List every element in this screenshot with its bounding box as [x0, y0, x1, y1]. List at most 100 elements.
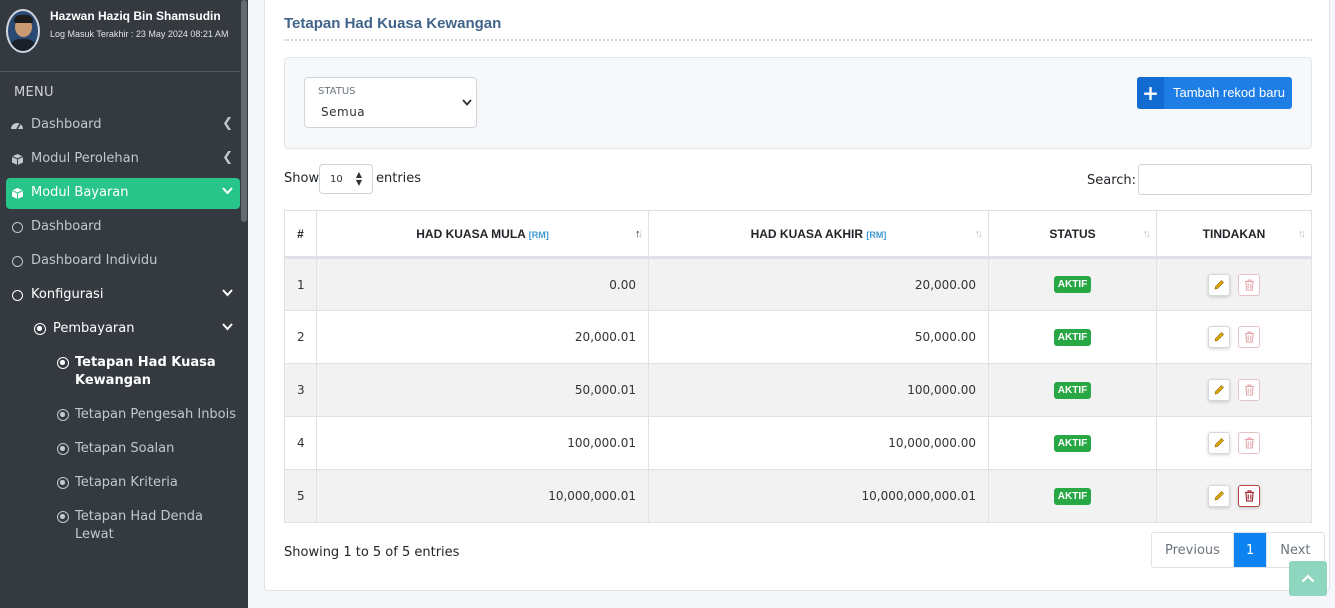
plus-icon: +	[1137, 77, 1164, 109]
gauge-icon	[10, 118, 24, 132]
column-unit: [RM]	[528, 229, 549, 240]
entries-length-select[interactable]: 10 ▲ ▼	[319, 164, 373, 194]
had-kuasa-akhir-cell: 20,000.00	[648, 257, 989, 311]
sidebar-item-label: Tetapan Had Kuasa Kewangan	[75, 355, 216, 388]
box-icon	[10, 152, 24, 166]
sidebar-item-tetapan-had-kuasa[interactable]: Tetapan Had Kuasa Kewangan	[6, 348, 240, 392]
column-unit: [RM]	[866, 229, 887, 240]
had-kuasa-akhir-cell: 10,000,000,000.01	[648, 469, 989, 523]
sidebar-item-tetapan-had-denda[interactable]: Tetapan Had Denda Lewat	[6, 502, 240, 546]
table-info: Showing 1 to 5 of 5 entries	[284, 545, 460, 560]
delete-button[interactable]	[1238, 379, 1260, 401]
sidebar-item-modul-bayaran[interactable]: Modul Bayaran	[6, 178, 240, 209]
edit-button[interactable]	[1208, 326, 1230, 348]
status-filter-select[interactable]: STATUS Semua	[304, 77, 477, 128]
column-header-no[interactable]: #	[284, 210, 317, 259]
delete-button[interactable]	[1238, 485, 1260, 507]
sidebar-item-tetapan-pengesah-inbois[interactable]: Tetapan Pengesah Inbois	[6, 400, 240, 431]
sidebar-item-label: Tetapan Pengesah Inbois	[75, 407, 237, 422]
trash-icon	[1244, 331, 1254, 343]
pencil-icon	[1214, 279, 1224, 289]
row-number: 5	[284, 469, 317, 523]
status-badge: AKTIF	[1053, 487, 1092, 505]
edit-button[interactable]	[1208, 485, 1230, 507]
status-cell: AKTIF	[988, 416, 1157, 470]
previous-page-button[interactable]: Previous	[1152, 533, 1233, 567]
edit-button[interactable]	[1208, 379, 1230, 401]
page-1-button[interactable]: 1	[1232, 533, 1267, 567]
sidebar-item-label: Pembayaran	[53, 321, 135, 336]
sort-asc-icon: ↑↓	[635, 228, 643, 240]
sidebar-scrollbar[interactable]	[241, 0, 247, 222]
back-to-top-button[interactable]	[1289, 561, 1327, 596]
delete-button[interactable]	[1238, 326, 1260, 348]
sidebar-item-tetapan-soalan[interactable]: Tetapan Soalan	[6, 434, 240, 465]
row-number: 4	[284, 416, 317, 470]
status-cell: AKTIF	[988, 469, 1157, 523]
pencil-icon	[1214, 332, 1224, 342]
avatar[interactable]	[6, 9, 40, 53]
column-header-had-kuasa-mula[interactable]: HAD KUASA MULA [RM] ↑↓	[316, 210, 649, 259]
sidebar-item-label: Dashboard	[31, 219, 102, 234]
delete-button[interactable]	[1238, 273, 1260, 296]
chevron-up-icon	[1301, 574, 1315, 583]
row-number: 3	[284, 363, 317, 417]
trash-icon	[1244, 279, 1254, 290]
edit-button[interactable]	[1208, 432, 1230, 454]
chevron-down-icon	[222, 184, 233, 199]
menu-header: MENU	[14, 85, 54, 100]
entries-length-value: 10	[330, 174, 343, 185]
sidebar-item-konfigurasi[interactable]: Konfigurasi	[6, 280, 240, 311]
sidebar-item-tetapan-kriteria[interactable]: Tetapan Kriteria	[6, 468, 240, 499]
chevron-left-icon: ❮	[222, 150, 233, 165]
sidebar-item-modul-perolehan[interactable]: Modul Perolehan ❮	[6, 144, 240, 175]
column-header-status[interactable]: STATUS ↑↓	[988, 210, 1157, 259]
sidebar-item-dashboard-bayaran[interactable]: Dashboard	[6, 212, 240, 243]
edit-button[interactable]	[1208, 273, 1230, 296]
delete-button[interactable]	[1238, 432, 1260, 454]
circle-icon	[10, 220, 24, 234]
pencil-icon	[1214, 385, 1224, 395]
table-row: 5 10,000,000.01 10,000,000,000.01 AKTIF	[284, 469, 1312, 523]
had-kuasa-mula-cell: 50,000.01	[316, 363, 649, 417]
entries-label: entries	[376, 171, 422, 186]
user-name: Hazwan Haziq Bin Shamsudin	[50, 9, 221, 23]
had-kuasa-mula-cell: 0.00	[316, 257, 649, 311]
sidebar-item-pembayaran[interactable]: Pembayaran	[6, 314, 240, 345]
row-number: 2	[284, 310, 317, 364]
chevron-down-icon	[222, 320, 233, 335]
sidebar-item-dashboard-individu[interactable]: Dashboard Individu	[6, 246, 240, 277]
dot-circle-icon	[56, 442, 70, 456]
sidebar-item-label: Tetapan Had Denda Lewat	[75, 509, 203, 542]
column-label: #	[297, 226, 304, 241]
circle-icon	[10, 254, 24, 268]
status-badge: AKTIF	[1053, 434, 1092, 452]
sidebar: Hazwan Haziq Bin Shamsudin Log Masuk Ter…	[0, 0, 248, 608]
trash-icon	[1244, 437, 1254, 449]
chevron-left-icon: ❮	[222, 116, 233, 131]
column-header-had-kuasa-akhir[interactable]: HAD KUASA AKHIR [RM] ↑↓	[648, 210, 989, 259]
actions-cell	[1156, 310, 1312, 364]
sidebar-item-label: Modul Bayaran	[31, 185, 129, 200]
column-label: STATUS	[1049, 226, 1096, 241]
dot-circle-icon	[56, 356, 70, 370]
column-header-tindakan[interactable]: TINDAKAN ↑↓	[1156, 210, 1312, 259]
table-row: 3 50,000.01 100,000.00 AKTIF	[284, 363, 1312, 417]
sidebar-item-label: Konfigurasi	[31, 287, 104, 302]
sidebar-item-label: Dashboard	[31, 117, 102, 132]
actions-cell	[1156, 416, 1312, 470]
dot-circle-icon	[56, 510, 70, 524]
status-cell: AKTIF	[988, 363, 1157, 417]
search-input[interactable]	[1138, 164, 1312, 195]
dot-circle-icon	[33, 322, 47, 336]
pencil-icon	[1214, 438, 1224, 448]
add-record-button[interactable]: + Tambah rekod baru	[1137, 77, 1292, 109]
sidebar-item-dashboard[interactable]: Dashboard ❮	[6, 110, 240, 141]
sort-icon: ↑↓	[1143, 228, 1151, 240]
status-filter-value: Semua	[321, 105, 366, 119]
trash-icon	[1244, 490, 1254, 502]
actions-cell	[1156, 469, 1312, 523]
dot-circle-icon	[56, 476, 70, 490]
sort-icon: ↑↓	[1298, 228, 1306, 240]
column-label: HAD KUASA AKHIR	[750, 226, 864, 241]
